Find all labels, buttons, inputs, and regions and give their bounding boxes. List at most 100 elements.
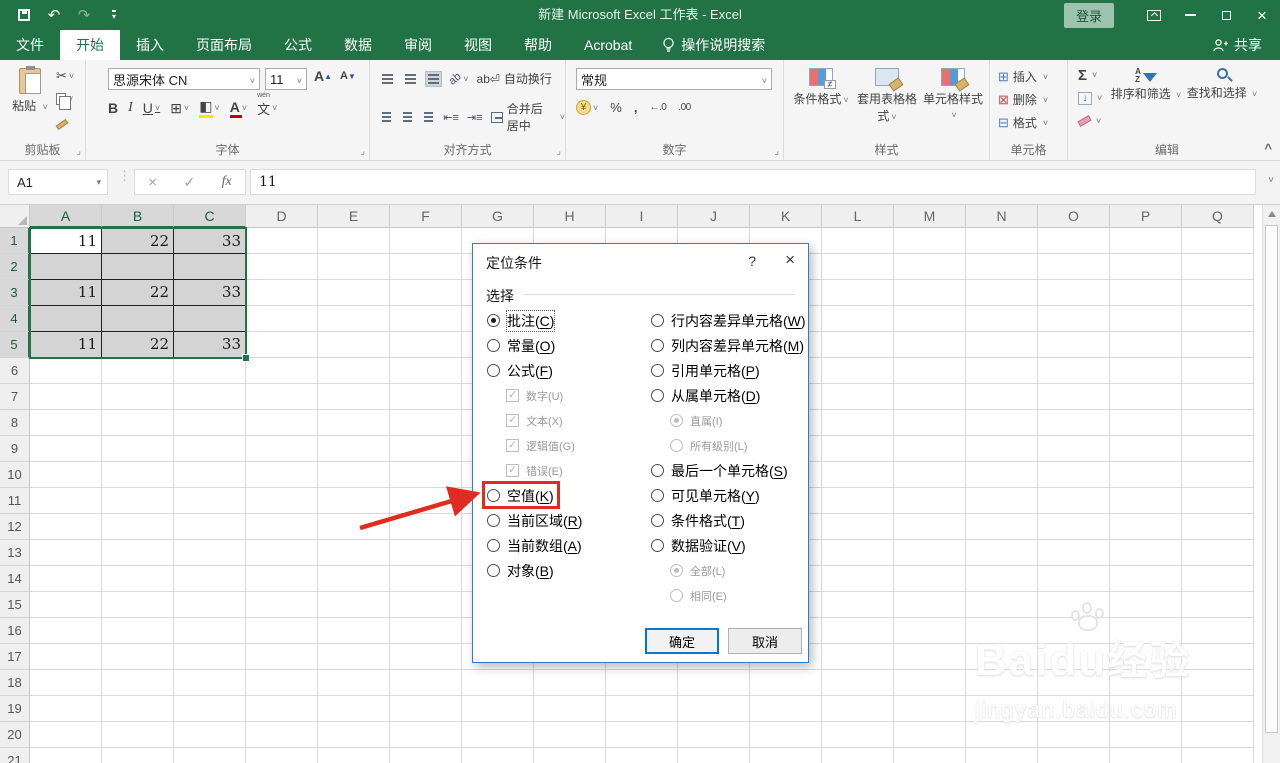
cell-P11[interactable] (1110, 488, 1182, 514)
cell-N12[interactable] (966, 514, 1038, 540)
merge-center-button[interactable]: 合并后居中 (490, 100, 565, 134)
radio-icon[interactable] (487, 489, 500, 502)
cell-Q13[interactable] (1182, 540, 1254, 566)
close-icon[interactable]: × (1244, 0, 1280, 30)
row-header-19[interactable]: 19 (0, 696, 30, 722)
cell-O21[interactable] (1038, 748, 1110, 763)
cell-B13[interactable] (102, 540, 174, 566)
cell-B11[interactable] (102, 488, 174, 514)
cell-B19[interactable] (102, 696, 174, 722)
cell-H20[interactable] (534, 722, 606, 748)
align-right-button[interactable] (422, 110, 435, 124)
cell-O8[interactable] (1038, 410, 1110, 436)
align-left-button[interactable] (380, 110, 393, 124)
cell-K18[interactable] (750, 670, 822, 696)
row-header-9[interactable]: 9 (0, 436, 30, 462)
cell-O5[interactable] (1038, 332, 1110, 358)
font-color-button[interactable]: A (229, 99, 247, 118)
cut-button[interactable]: ✂ (56, 68, 74, 84)
cell-F21[interactable] (390, 748, 462, 763)
scrollbar-thumb[interactable] (1265, 225, 1278, 733)
cell-L4[interactable] (822, 306, 894, 332)
cell-Q10[interactable] (1182, 462, 1254, 488)
radio-icon[interactable] (487, 564, 500, 577)
cell-G18[interactable] (462, 670, 534, 696)
cell-C5[interactable]: 33 (174, 332, 246, 358)
cell-E9[interactable] (318, 436, 390, 462)
cell-Q20[interactable] (1182, 722, 1254, 748)
cell-N10[interactable] (966, 462, 1038, 488)
format-cells-button[interactable]: ⊟ 格式 (998, 114, 1048, 131)
cell-F13[interactable] (390, 540, 462, 566)
cell-B20[interactable] (102, 722, 174, 748)
cell-Q5[interactable] (1182, 332, 1254, 358)
number-format-combo[interactable]: 常规 (576, 68, 772, 90)
cell-D18[interactable] (246, 670, 318, 696)
cell-G19[interactable] (462, 696, 534, 722)
cell-D4[interactable] (246, 306, 318, 332)
cell-F16[interactable] (390, 618, 462, 644)
insert-function-icon[interactable]: fx (222, 174, 232, 190)
help-icon[interactable]: ? (748, 253, 756, 269)
dialog-option-公式(F)[interactable]: 公式(F) (487, 358, 647, 383)
cell-A8[interactable] (30, 410, 102, 436)
cell-I20[interactable] (606, 722, 678, 748)
cell-P12[interactable] (1110, 514, 1182, 540)
cell-D11[interactable] (246, 488, 318, 514)
cell-K20[interactable] (750, 722, 822, 748)
column-header-A[interactable]: A (30, 205, 102, 228)
row-header-16[interactable]: 16 (0, 618, 30, 644)
cell-B1[interactable]: 22 (102, 228, 174, 254)
tab-开始[interactable]: 开始 (60, 30, 120, 60)
cell-Q16[interactable] (1182, 618, 1254, 644)
cell-D17[interactable] (246, 644, 318, 670)
cell-E11[interactable] (318, 488, 390, 514)
find-select-button[interactable]: 查找和选择 (1186, 68, 1258, 101)
cell-A9[interactable] (30, 436, 102, 462)
cancel-button[interactable]: 取消 (728, 628, 802, 654)
radio-icon[interactable] (651, 339, 664, 352)
cell-N16[interactable] (966, 618, 1038, 644)
cell-B21[interactable] (102, 748, 174, 763)
cell-E4[interactable] (318, 306, 390, 332)
cell-B16[interactable] (102, 618, 174, 644)
increase-font-size-button[interactable]: A ▲ (314, 68, 332, 84)
format-painter-button[interactable] (55, 114, 74, 130)
cell-O1[interactable] (1038, 228, 1110, 254)
font-name-combo[interactable]: 思源宋体 CN (108, 68, 260, 90)
expand-formula-bar-icon[interactable]: ˅ (1268, 175, 1274, 186)
cell-O16[interactable] (1038, 618, 1110, 644)
dialog-option-当前数组(A)[interactable]: 当前数组(A) (487, 533, 647, 558)
cell-D13[interactable] (246, 540, 318, 566)
cell-N17[interactable] (966, 644, 1038, 670)
tab-视图[interactable]: 视图 (448, 30, 508, 60)
cell-N9[interactable] (966, 436, 1038, 462)
radio-icon[interactable] (487, 314, 500, 327)
row-header-18[interactable]: 18 (0, 670, 30, 696)
dialog-option-常量(O)[interactable]: 常量(O) (487, 333, 647, 358)
cell-C11[interactable] (174, 488, 246, 514)
cell-E13[interactable] (318, 540, 390, 566)
cell-M7[interactable] (894, 384, 966, 410)
cell-N15[interactable] (966, 592, 1038, 618)
dialog-option-空值(K)[interactable]: 空值(K) (487, 483, 647, 508)
row-header-4[interactable]: 4 (0, 306, 30, 332)
cell-A13[interactable] (30, 540, 102, 566)
cell-L17[interactable] (822, 644, 894, 670)
cell-C7[interactable] (174, 384, 246, 410)
cell-D21[interactable] (246, 748, 318, 763)
row-header-1[interactable]: 1 (0, 228, 30, 254)
radio-icon[interactable] (651, 489, 664, 502)
cell-L18[interactable] (822, 670, 894, 696)
column-header-C[interactable]: C (174, 205, 246, 228)
fill-button[interactable]: ↓ (1078, 89, 1102, 107)
cell-F18[interactable] (390, 670, 462, 696)
cell-F4[interactable] (390, 306, 462, 332)
cell-A19[interactable] (30, 696, 102, 722)
cell-Q9[interactable] (1182, 436, 1254, 462)
tab-文件[interactable]: 文件 (0, 30, 60, 60)
cell-O19[interactable] (1038, 696, 1110, 722)
cell-D16[interactable] (246, 618, 318, 644)
cell-C16[interactable] (174, 618, 246, 644)
cell-M17[interactable] (894, 644, 966, 670)
